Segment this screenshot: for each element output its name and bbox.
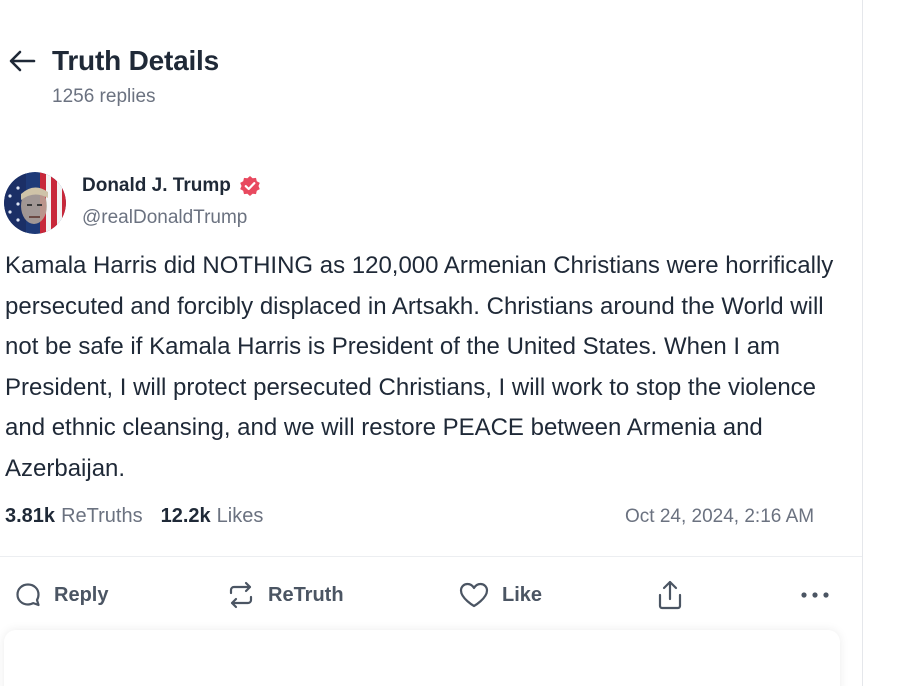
reply-composer[interactable] bbox=[4, 630, 840, 686]
retruths-count: 3.81k bbox=[5, 505, 56, 527]
author-name[interactable]: Donald J. Trump bbox=[82, 175, 231, 197]
author-handle[interactable]: @realDonaldTrump bbox=[82, 207, 261, 229]
reply-count: 1256 replies bbox=[52, 86, 156, 107]
post-detail-panel: Truth Details 1256 replies Donald J. Tru… bbox=[0, 0, 862, 686]
post-stats: 3.81k ReTruths 12.2k Likes bbox=[5, 505, 263, 528]
retruth-label: ReTruth bbox=[268, 583, 344, 606]
reply-icon bbox=[16, 583, 40, 607]
author-row: Donald J. Trump @realDonaldTrump bbox=[4, 172, 261, 234]
author-info: Donald J. Trump @realDonaldTrump bbox=[82, 172, 261, 234]
reply-button[interactable]: Reply bbox=[14, 574, 108, 616]
likes-stat[interactable]: 12.2k Likes bbox=[161, 505, 264, 528]
retruth-button[interactable]: ReTruth bbox=[226, 574, 344, 616]
retruth-icon bbox=[229, 581, 253, 609]
more-icon bbox=[801, 592, 829, 598]
divider bbox=[0, 556, 862, 557]
like-label: Like bbox=[502, 583, 543, 606]
retruths-label: ReTruths bbox=[61, 505, 143, 527]
reply-label: Reply bbox=[54, 583, 109, 606]
share-icon bbox=[658, 580, 682, 610]
action-bar: Reply ReTruth Like bbox=[0, 574, 862, 616]
post-body: Kamala Harris did NOTHING as 120,000 Arm… bbox=[5, 252, 834, 482]
like-button[interactable]: Like bbox=[458, 574, 542, 616]
author-name-line: Donald J. Trump bbox=[82, 175, 261, 197]
verified-icon bbox=[239, 175, 261, 197]
retruths-stat[interactable]: 3.81k ReTruths bbox=[5, 505, 143, 528]
more-button[interactable] bbox=[800, 574, 832, 616]
page-title: Truth Details bbox=[52, 45, 219, 76]
share-button[interactable] bbox=[656, 574, 684, 616]
likes-label: Likes bbox=[216, 505, 264, 527]
post-timestamp: Oct 24, 2024, 2:16 AM bbox=[625, 506, 815, 527]
like-icon bbox=[459, 582, 489, 608]
panel-border bbox=[862, 0, 863, 686]
likes-count: 12.2k bbox=[160, 505, 211, 527]
back-arrow-icon bbox=[9, 50, 36, 72]
page-header: Truth Details bbox=[8, 44, 219, 78]
back-button[interactable] bbox=[8, 44, 38, 78]
avatar[interactable] bbox=[4, 172, 66, 234]
